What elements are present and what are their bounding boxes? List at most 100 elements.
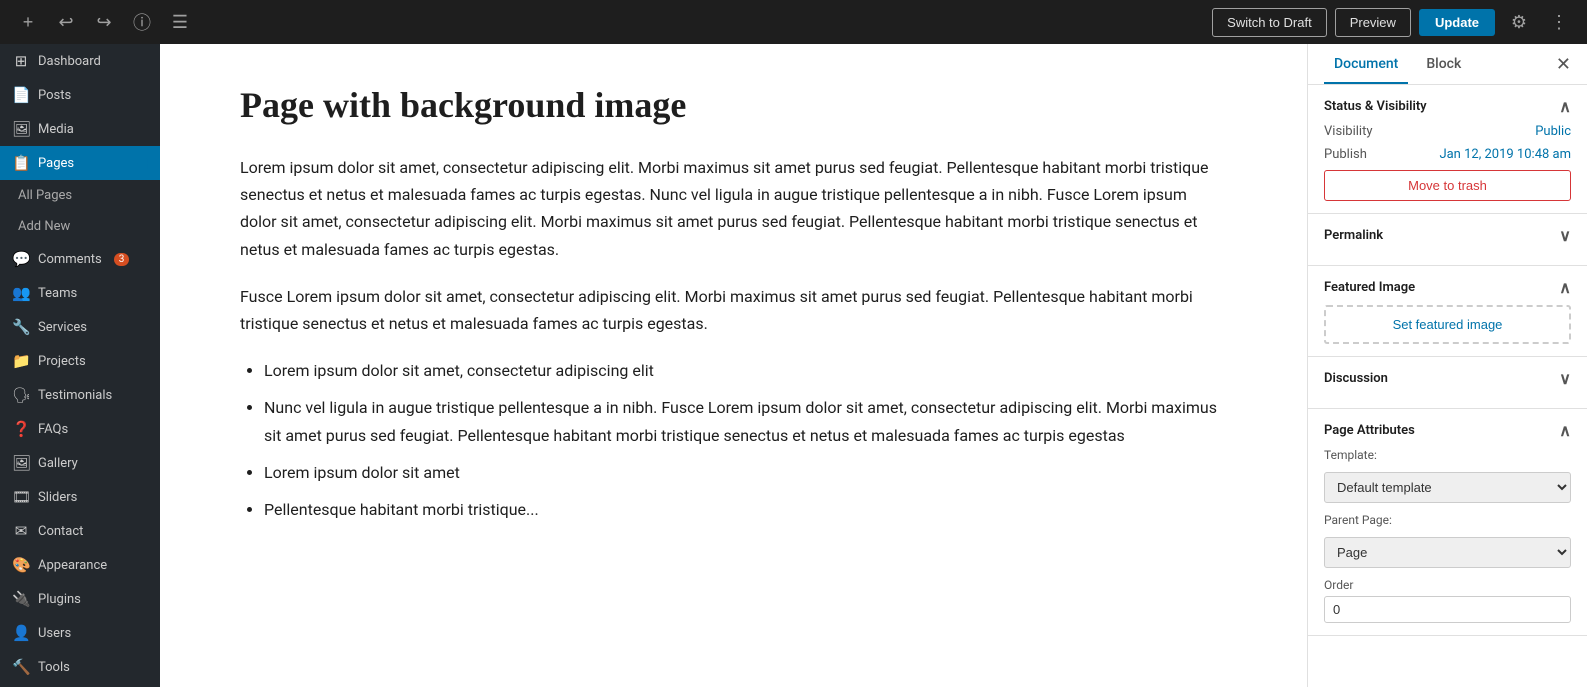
more-options-button[interactable]: ⋮ [1543,6,1575,38]
discussion-header[interactable]: Discussion ∨ [1324,369,1571,388]
list-item[interactable]: Pellentesque habitant morbi tristique... [264,496,1227,523]
testimonials-icon: 🗣 [12,386,30,404]
sidebar-item-sliders[interactable]: 🎞 Sliders [0,480,160,514]
list-view-button[interactable]: ☰ [164,6,196,38]
sidebar-item-media[interactable]: 🖼 Media [0,112,160,146]
sidebar-item-faqs[interactable]: ❓ FAQs [0,412,160,446]
paragraph-2[interactable]: Fusce Lorem ipsum dolor sit amet, consec… [240,283,1227,337]
sidebar-item-pages[interactable]: 📋 Pages ◀ [0,146,160,180]
status-visibility-section: Status & Visibility ∧ Visibility Public … [1308,85,1587,214]
sidebar-item-all-pages[interactable]: All Pages [0,180,160,211]
template-select[interactable]: Default template Full Width Sidebar Left… [1324,472,1571,503]
discussion-section: Discussion ∨ [1308,357,1587,409]
sidebar-item-contact[interactable]: ✉ Contact [0,514,160,548]
page-attributes-header[interactable]: Page Attributes ∧ [1324,421,1571,440]
template-label: Template: [1324,448,1571,462]
featured-image-header[interactable]: Featured Image ∧ [1324,278,1571,297]
visibility-row: Visibility Public [1324,124,1571,139]
plugins-icon: 🔌 [12,590,30,608]
parent-page-field: Parent Page: Page None About Contact [1324,513,1571,568]
paragraph-1[interactable]: Lorem ipsum dolor sit amet, consectetur … [240,154,1227,263]
posts-icon: 📄 [12,86,30,104]
permalink-label: Permalink [1324,228,1383,243]
sidebar-label-testimonials: Testimonials [38,388,112,403]
pages-arrow: ◀ [137,155,148,171]
sidebar-label-dashboard: Dashboard [38,54,101,69]
permalink-section: Permalink ∨ [1308,214,1587,266]
sidebar-item-testimonials[interactable]: 🗣 Testimonials [0,378,160,412]
page-title[interactable]: Page with background image [240,84,1227,126]
info-icon: ⓘ [133,9,151,35]
redo-button[interactable]: ↪ [88,6,120,38]
sidebar-item-add-new[interactable]: Add New [0,211,160,242]
sidebar-item-services[interactable]: 🔧 Services [0,310,160,344]
toolbar-left: + ↩ ↪ ⓘ ☰ [12,6,196,38]
sidebar-label-projects: Projects [38,354,86,369]
sidebar-label-services: Services [38,320,87,335]
comments-icon: 💬 [12,250,30,268]
visibility-label: Visibility [1324,124,1373,139]
move-to-trash-button[interactable]: Move to trash [1324,170,1571,201]
permalink-header[interactable]: Permalink ∨ [1324,226,1571,245]
visibility-value[interactable]: Public [1535,124,1571,139]
parent-page-select[interactable]: Page None About Contact [1324,537,1571,568]
services-icon: 🔧 [12,318,30,336]
switch-draft-button[interactable]: Switch to Draft [1212,8,1327,37]
permalink-chevron: ∨ [1559,226,1571,245]
settings-button[interactable]: ⚙ [1503,6,1535,38]
template-field: Template: Default template Full Width Si… [1324,448,1571,503]
sliders-icon: 🎞 [12,488,30,506]
sidebar-item-appearance[interactable]: 🎨 Appearance [0,548,160,582]
parent-page-label: Parent Page: [1324,513,1571,527]
set-featured-image-button[interactable]: Set featured image [1324,305,1571,344]
undo-button[interactable]: ↩ [50,6,82,38]
page-attributes-label: Page Attributes [1324,423,1415,438]
sidebar-item-comments[interactable]: 💬 Comments 3 [0,242,160,276]
tab-block[interactable]: Block [1416,44,1471,84]
order-input[interactable] [1324,596,1571,623]
sidebar-item-users[interactable]: 👤 Users [0,616,160,650]
sidebar-label-plugins: Plugins [38,592,81,607]
status-visibility-label: Status & Visibility [1324,99,1427,114]
sidebar-item-projects[interactable]: 📁 Projects [0,344,160,378]
pages-icon: 📋 [12,154,30,172]
editor-content[interactable]: Page with background image Lorem ipsum d… [160,44,1307,687]
list-item[interactable]: Lorem ipsum dolor sit amet [264,459,1227,486]
info-button[interactable]: ⓘ [126,6,158,38]
teams-icon: 👥 [12,284,30,302]
list-item[interactable]: Lorem ipsum dolor sit amet, consectetur … [264,357,1227,384]
appearance-icon: 🎨 [12,556,30,574]
sidebar-item-gallery[interactable]: 🖼 Gallery [0,446,160,480]
undo-icon: ↩ [58,12,73,33]
featured-image-label: Featured Image [1324,280,1415,295]
panel-close-button[interactable]: ✕ [1556,44,1571,84]
add-block-button[interactable]: + [12,6,44,38]
sidebar-label-contact: Contact [38,524,83,539]
order-field: Order [1324,578,1571,623]
list-icon: ☰ [172,12,188,33]
status-chevron-up: ∧ [1559,97,1571,116]
sidebar-item-plugins[interactable]: 🔌 Plugins [0,582,160,616]
sidebar-item-tools[interactable]: 🔨 Tools [0,650,160,684]
tab-document[interactable]: Document [1324,44,1408,84]
sidebar-label-pages: Pages [38,156,74,171]
sidebar-item-dashboard[interactable]: ⊞ Dashboard [0,44,160,78]
publish-value[interactable]: Jan 12, 2019 10:48 am [1439,147,1571,162]
gallery-icon: 🖼 [12,454,30,472]
status-visibility-header[interactable]: Status & Visibility ∧ [1324,97,1571,116]
right-panel: Document Block ✕ Status & Visibility ∧ V… [1307,44,1587,687]
discussion-chevron: ∨ [1559,369,1571,388]
more-icon: ⋮ [1550,12,1568,33]
sidebar-item-teams[interactable]: 👥 Teams [0,276,160,310]
toolbar-right: Switch to Draft Preview Update ⚙ ⋮ [1212,6,1575,38]
add-icon: + [23,12,34,33]
panel-tabs: Document Block ✕ [1308,44,1587,85]
comments-badge: 3 [114,253,130,266]
preview-button[interactable]: Preview [1335,8,1411,37]
sidebar-item-posts[interactable]: 📄 Posts [0,78,160,112]
sidebar-label-sliders: Sliders [38,490,77,505]
gear-icon: ⚙ [1511,12,1527,33]
sidebar-label-comments: Comments [38,252,102,267]
update-button[interactable]: Update [1419,9,1495,36]
list-item[interactable]: Nunc vel ligula in augue tristique pelle… [264,394,1227,448]
